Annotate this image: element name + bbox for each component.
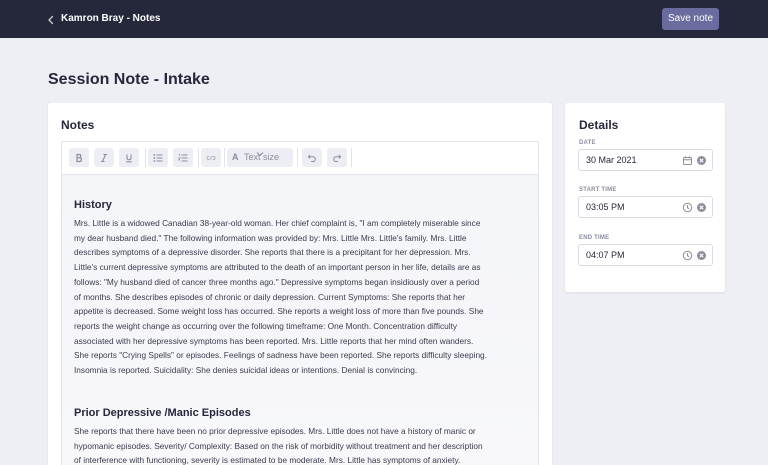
prior-episodes-paragraph: She reports that there have been no prio… — [74, 426, 483, 465]
end-time-value: 04:07 PM — [586, 250, 625, 260]
text-size-icon: A — [232, 152, 239, 162]
details-heading: Details — [579, 118, 619, 132]
link-button[interactable] — [201, 148, 221, 167]
start-time-field[interactable]: 03:05 PM — [578, 196, 713, 218]
start-time-label: START TIME — [579, 187, 617, 193]
link-icon — [206, 155, 216, 160]
bold-button[interactable] — [69, 148, 89, 167]
italic-button[interactable] — [94, 148, 114, 167]
clock-icon[interactable] — [682, 202, 693, 213]
toolbar-divider — [198, 148, 199, 167]
back-chevron-icon[interactable] — [45, 13, 57, 25]
toolbar-divider — [145, 148, 146, 167]
bullet-list-icon — [153, 153, 163, 162]
calendar-icon[interactable] — [682, 155, 693, 166]
date-field[interactable]: 30 Mar 2021 — [578, 149, 713, 171]
toolbar-divider — [297, 148, 298, 167]
underline-button[interactable] — [119, 148, 139, 167]
end-time-field[interactable]: 04:07 PM — [578, 244, 713, 266]
numbered-list-button[interactable] — [173, 148, 193, 167]
toolbar-divider — [224, 148, 225, 167]
date-label: DATE — [579, 140, 596, 146]
undo-button[interactable] — [302, 148, 322, 167]
section-title-history: History — [74, 199, 112, 211]
page-title: Session Note - Intake — [48, 71, 210, 88]
save-note-button[interactable]: Save note — [662, 8, 719, 30]
end-time-label: END TIME — [579, 235, 610, 241]
chevron-down-icon — [256, 152, 264, 157]
bold-icon — [76, 153, 83, 162]
section-title-prior-episodes: Prior Depressive /Manic Episodes — [74, 407, 251, 419]
clear-icon[interactable] — [696, 250, 707, 261]
text-size-dropdown[interactable]: A Text size — [227, 148, 293, 167]
italic-icon — [101, 153, 107, 162]
date-value: 30 Mar 2021 — [586, 155, 637, 165]
clear-icon[interactable] — [696, 155, 707, 166]
start-time-value: 03:05 PM — [586, 202, 625, 212]
notes-heading: Notes — [61, 118, 95, 132]
redo-icon — [333, 154, 342, 162]
underline-icon — [126, 154, 132, 162]
breadcrumb[interactable]: Kamron Bray - Notes — [61, 13, 160, 25]
bullet-list-button[interactable] — [148, 148, 168, 167]
undo-icon — [307, 154, 316, 162]
clear-icon[interactable] — [696, 202, 707, 213]
redo-button[interactable] — [327, 148, 347, 167]
history-paragraph: Mrs. Little is a widowed Canadian 38-yea… — [74, 218, 487, 376]
toolbar-divider — [351, 148, 352, 167]
clock-icon[interactable] — [682, 250, 693, 261]
numbered-list-icon — [177, 153, 188, 161]
